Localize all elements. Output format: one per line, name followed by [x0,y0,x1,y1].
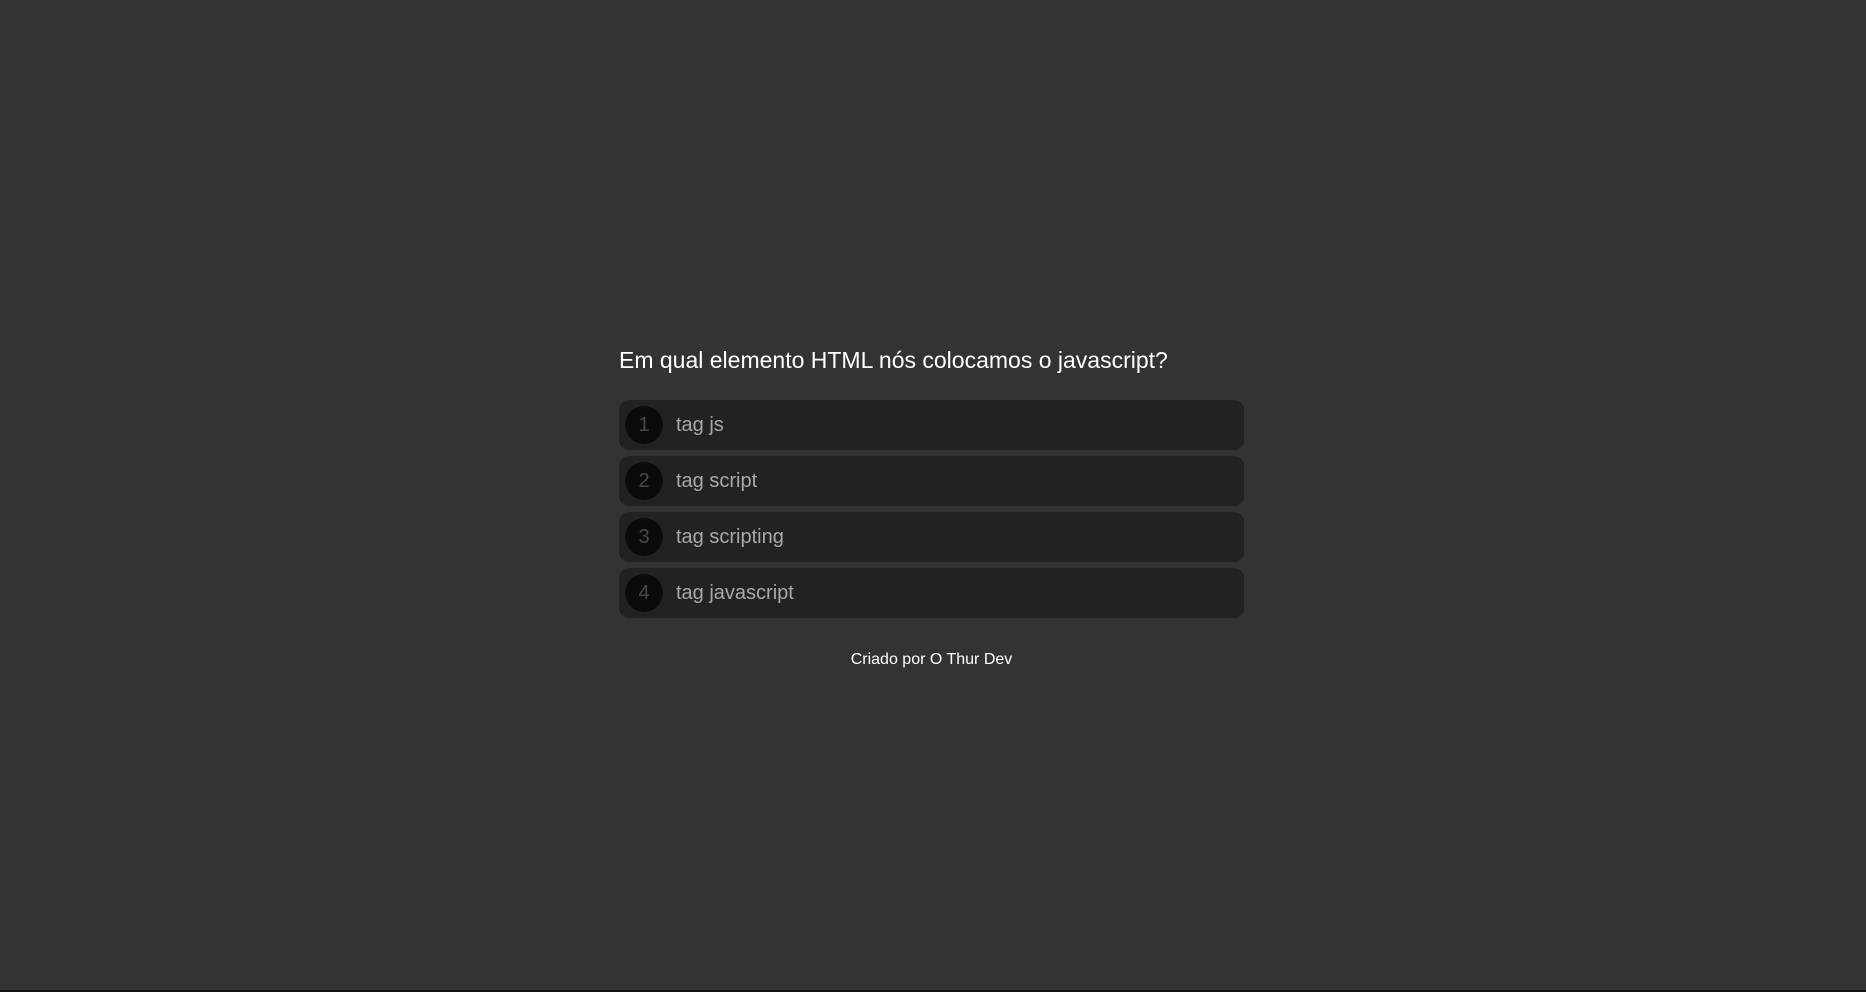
answer-number-badge: 1 [625,406,663,444]
answer-number-badge: 4 [625,574,663,612]
answer-text: tag script [676,469,758,492]
answer-number-badge: 2 [625,462,663,500]
answer-option-3[interactable]: 3 tag scripting [619,512,1244,562]
answer-number-badge: 3 [625,518,663,556]
answer-option-1[interactable]: 1 tag js [619,400,1244,450]
question-title: Em qual elemento HTML nós colocamos o ja… [619,347,1168,373]
footer-credit: Criado por O Thur Dev [850,651,1013,668]
quiz-container: Em qual elemento HTML nós colocamos o ja… [619,340,1244,624]
answer-text: tag js [676,413,724,436]
answer-text: tag scripting [676,525,784,548]
answer-text: tag javascript [676,581,794,604]
answer-list: 1 tag js 2 tag script 3 tag scripting 4 … [619,400,1244,618]
answer-option-2[interactable]: 2 tag script [619,456,1244,506]
answer-option-4[interactable]: 4 tag javascript [619,568,1244,618]
